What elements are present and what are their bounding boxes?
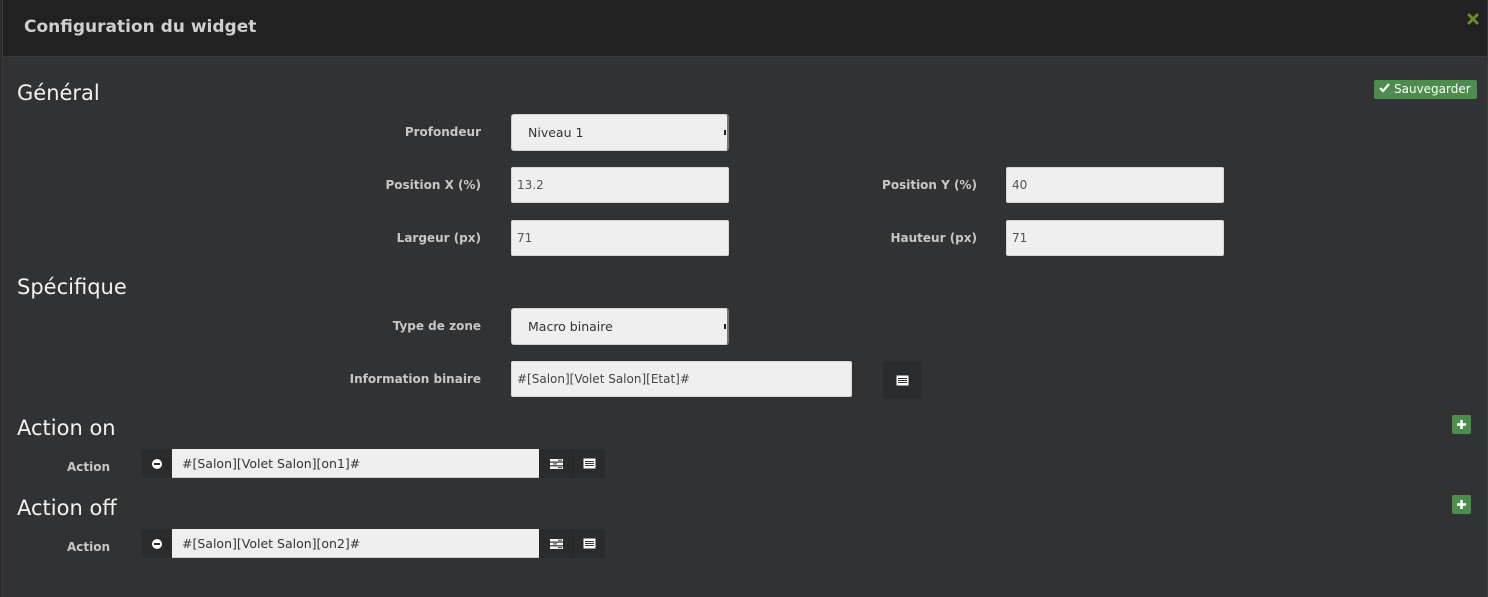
save-button[interactable]: Sauvegarder [1374,80,1477,99]
binary-info-label: Information binaire [349,372,481,386]
zone-type-label: Type de zone [392,319,481,333]
action-select-button[interactable] [572,449,605,478]
minus-circle-icon [152,454,162,473]
minus-circle-icon [152,534,162,553]
action-on-label: Action [66,460,110,474]
options-icon [549,534,563,553]
position-y-label: Position Y (%) [882,178,977,192]
save-button-label: Sauvegarder [1394,82,1471,96]
height-label: Hauteur (px) [890,231,978,245]
action-off-row: #[Salon][Volet Salon][on2]# [142,529,605,558]
remove-action-button[interactable] [142,529,172,558]
close-icon[interactable] [1467,10,1479,25]
add-action-off-button[interactable] [1452,495,1471,514]
width-input[interactable]: 71 [511,220,729,256]
action-off-input[interactable]: #[Salon][Volet Salon][on2]# [172,529,539,558]
action-select-button[interactable] [572,529,605,558]
options-icon [549,454,563,473]
section-general-heading: Général [17,81,100,105]
section-action-on-heading: Action on [17,416,116,440]
width-label: Largeur (px) [396,231,481,245]
binary-info-select-button[interactable] [883,361,921,399]
plus-icon [1456,495,1467,514]
height-input[interactable]: 71 [1006,220,1224,256]
list-icon [583,454,596,473]
list-icon [583,534,596,553]
action-off-label: Action [66,540,110,554]
depth-select[interactable]: Niveau 1 [511,114,729,151]
section-action-off-heading: Action off [17,496,117,520]
list-icon [896,371,909,390]
modal-header: Configuration du widget [3,0,1487,57]
zone-type-select[interactable]: Macro binaire [511,308,729,345]
action-on-input[interactable]: #[Salon][Volet Salon][on1]# [172,449,539,478]
plus-icon [1456,415,1467,434]
position-x-label: Position X (%) [385,178,481,192]
depth-label: Profondeur [404,125,481,139]
action-options-button[interactable] [539,529,572,558]
section-specific-heading: Spécifique [17,275,127,299]
widget-config-modal: Configuration du widget Général Sauvegar… [2,0,1488,597]
modal-title: Configuration du widget [24,17,257,37]
check-icon [1379,80,1390,99]
position-x-input[interactable]: 13.2 [511,167,729,203]
position-y-input[interactable]: 40 [1006,167,1224,203]
action-options-button[interactable] [539,449,572,478]
add-action-on-button[interactable] [1452,415,1471,434]
action-on-row: #[Salon][Volet Salon][on1]# [142,449,605,478]
binary-info-input[interactable]: #[Salon][Volet Salon][Etat]# [511,361,852,397]
remove-action-button[interactable] [142,449,172,478]
